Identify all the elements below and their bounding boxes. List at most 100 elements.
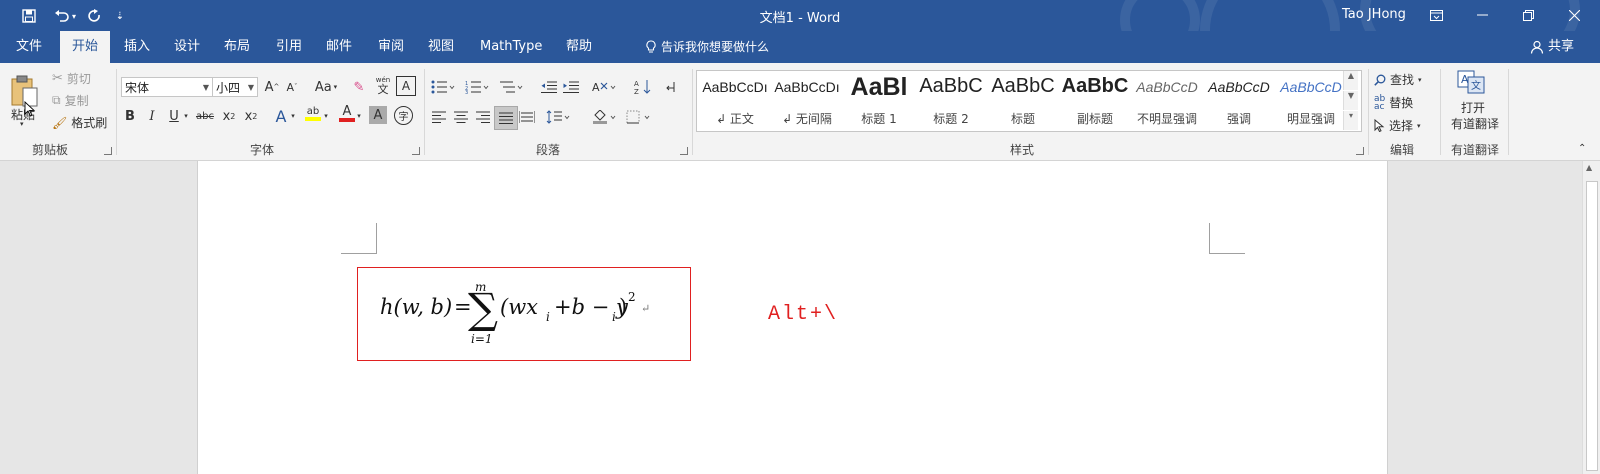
character-shading-icon[interactable]: A xyxy=(369,106,387,124)
tab-file[interactable]: 文件 xyxy=(4,31,54,63)
chevron-down-icon[interactable]: ▾ xyxy=(353,105,365,127)
sort-icon[interactable]: AZ xyxy=(632,76,654,98)
equation-middle: +b − y xyxy=(554,295,628,319)
youdao-open-label[interactable]: 打开 xyxy=(1461,99,1485,116)
youdao-translate-label[interactable]: 有道翻译 xyxy=(1451,115,1499,132)
title-bar: ▾ ⇣ 文档1 - Word Tao JHong xyxy=(0,0,1600,100)
shading-icon[interactable] xyxy=(590,106,620,128)
clipboard-dialog-launcher-icon[interactable] xyxy=(104,147,112,155)
font-dialog-launcher-icon[interactable] xyxy=(412,147,420,155)
font-name-combo[interactable]: 宋体 ▼ xyxy=(121,77,213,97)
style-normal[interactable]: AaBbCcDı ↲ 正文 xyxy=(699,71,771,131)
brush-icon: 🖌 xyxy=(52,115,68,130)
collapse-ribbon-icon[interactable]: ⌃ xyxy=(1578,143,1586,154)
replace-button[interactable]: ab ac 替换 xyxy=(1374,94,1413,111)
tab-help[interactable]: 帮助 xyxy=(554,31,604,63)
svg-text:A: A xyxy=(634,80,639,88)
character-border-icon[interactable]: A xyxy=(396,76,416,96)
style-no-spacing[interactable]: AaBbCcDı ↲ 无间隔 xyxy=(771,71,843,131)
justify-icon[interactable] xyxy=(494,106,518,130)
ribbon-display-options-icon[interactable] xyxy=(1416,4,1456,26)
strikethrough-icon[interactable]: abc xyxy=(194,105,216,127)
equation-lhs[interactable]: h(w, b) xyxy=(380,295,452,319)
copy-label: 复制 xyxy=(64,94,89,108)
tell-me-box[interactable]: 告诉我你想要做什么 xyxy=(645,31,769,63)
chevron-down-icon[interactable]: ▾ xyxy=(180,105,192,127)
increase-indent-icon[interactable] xyxy=(560,76,582,98)
chevron-down-icon[interactable]: ▾ xyxy=(1418,76,1422,84)
paragraph-dialog-launcher-icon[interactable] xyxy=(680,147,688,155)
tab-design[interactable]: 设计 xyxy=(162,31,212,63)
share-button[interactable]: 共享 xyxy=(1530,31,1574,63)
chinese-layout-icon[interactable]: A xyxy=(590,76,620,98)
align-left-icon[interactable] xyxy=(428,106,450,128)
tab-view[interactable]: 视图 xyxy=(416,31,466,63)
style-sample: AaBbC xyxy=(919,75,983,97)
superscript-icon[interactable]: x2 xyxy=(240,105,262,127)
style-heading-2[interactable]: AaBbC 标题 2 xyxy=(915,71,987,131)
scrollbar-thumb[interactable] xyxy=(1586,181,1598,471)
style-subtitle[interactable]: AaBbC 副标题 xyxy=(1059,71,1131,131)
tab-mailings[interactable]: 邮件 xyxy=(314,31,364,63)
show-marks-icon[interactable] xyxy=(660,76,682,98)
minimize-icon[interactable] xyxy=(1462,4,1502,26)
copy-button[interactable]: ⧉ 复制 xyxy=(52,92,89,109)
style-emphasis[interactable]: AaBbCcD 强调 xyxy=(1203,71,1275,131)
bullets-icon[interactable] xyxy=(428,76,458,98)
paste-dropdown-icon[interactable]: ▾ xyxy=(20,120,24,128)
distributed-icon[interactable] xyxy=(516,106,538,128)
format-painter-button[interactable]: 🖌 格式刷 xyxy=(52,114,107,131)
user-name[interactable]: Tao JHong xyxy=(1342,7,1406,22)
clear-formatting-icon[interactable]: ✎ xyxy=(348,76,370,98)
chevron-down-icon[interactable]: ▾ xyxy=(287,105,299,127)
gallery-scroll-down-icon[interactable]: ▼ xyxy=(1343,91,1358,110)
tab-references[interactable]: 引用 xyxy=(264,31,314,63)
equation-subscript: i xyxy=(612,310,616,324)
restore-icon[interactable] xyxy=(1508,4,1548,26)
font-size-combo[interactable]: 小四 ▼ xyxy=(212,77,258,97)
borders-icon[interactable] xyxy=(624,106,654,128)
style-title[interactable]: AaBbC 标题 xyxy=(987,71,1059,131)
style-intense-emphasis[interactable]: AaBbCcD 明显强调 xyxy=(1275,71,1347,131)
tab-home[interactable]: 开始 xyxy=(60,31,111,63)
vertical-scrollbar[interactable]: ▲ xyxy=(1582,161,1600,474)
bold-icon[interactable]: B xyxy=(119,105,141,127)
align-center-icon[interactable] xyxy=(450,106,472,128)
italic-icon[interactable]: I xyxy=(141,105,163,127)
chevron-down-icon[interactable]: ▼ xyxy=(248,78,254,98)
equation-close-paren: ) xyxy=(619,295,628,319)
tab-review[interactable]: 审阅 xyxy=(366,31,416,63)
chevron-down-icon[interactable]: ▼ xyxy=(203,78,209,98)
phonetic-guide-icon[interactable]: wén 文 xyxy=(372,74,394,96)
enclose-characters-icon[interactable]: 字 xyxy=(394,106,413,125)
style-subtle-emphasis[interactable]: AaBbCcD 不明显强调 xyxy=(1131,71,1203,131)
scroll-up-icon[interactable]: ▲ xyxy=(1586,163,1592,172)
style-name: 标题 xyxy=(1010,112,1035,126)
style-sample: AaBbCcDı xyxy=(702,79,768,95)
close-icon[interactable] xyxy=(1554,4,1594,26)
styles-dialog-launcher-icon[interactable] xyxy=(1356,147,1364,155)
chevron-down-icon[interactable]: ▾ xyxy=(1417,122,1421,130)
align-right-icon[interactable] xyxy=(472,106,494,128)
subscript-icon[interactable]: x2 xyxy=(218,105,240,127)
youdao-translate-icon[interactable]: A文 xyxy=(1456,69,1486,95)
cut-button[interactable]: ✂ 剪切 xyxy=(52,70,91,87)
find-button[interactable]: 查找 ▾ xyxy=(1374,71,1422,88)
pointer-icon xyxy=(1374,119,1385,132)
tab-mathtype[interactable]: MathType xyxy=(468,31,554,63)
select-button[interactable]: 选择 ▾ xyxy=(1374,117,1421,134)
multilevel-list-icon[interactable] xyxy=(496,76,526,98)
tab-insert[interactable]: 插入 xyxy=(112,31,162,63)
decrease-indent-icon[interactable] xyxy=(538,76,560,98)
gallery-scroll-up-icon[interactable]: ▲ xyxy=(1343,71,1358,90)
style-name: 标题 1 xyxy=(861,112,897,126)
tab-layout[interactable]: 布局 xyxy=(212,31,262,63)
numbering-icon[interactable]: 123 xyxy=(462,76,492,98)
change-case-icon[interactable]: Aa ▾ xyxy=(311,76,341,98)
gallery-more-icon[interactable]: ▾ xyxy=(1343,111,1358,130)
chevron-down-icon[interactable]: ▾ xyxy=(320,105,332,127)
grow-font-icon[interactable]: A ^ xyxy=(261,76,283,98)
line-spacing-icon[interactable] xyxy=(544,106,574,128)
style-heading-1[interactable]: AaBl 标题 1 xyxy=(843,71,915,131)
shrink-font-icon[interactable]: Aˇ xyxy=(281,76,303,98)
